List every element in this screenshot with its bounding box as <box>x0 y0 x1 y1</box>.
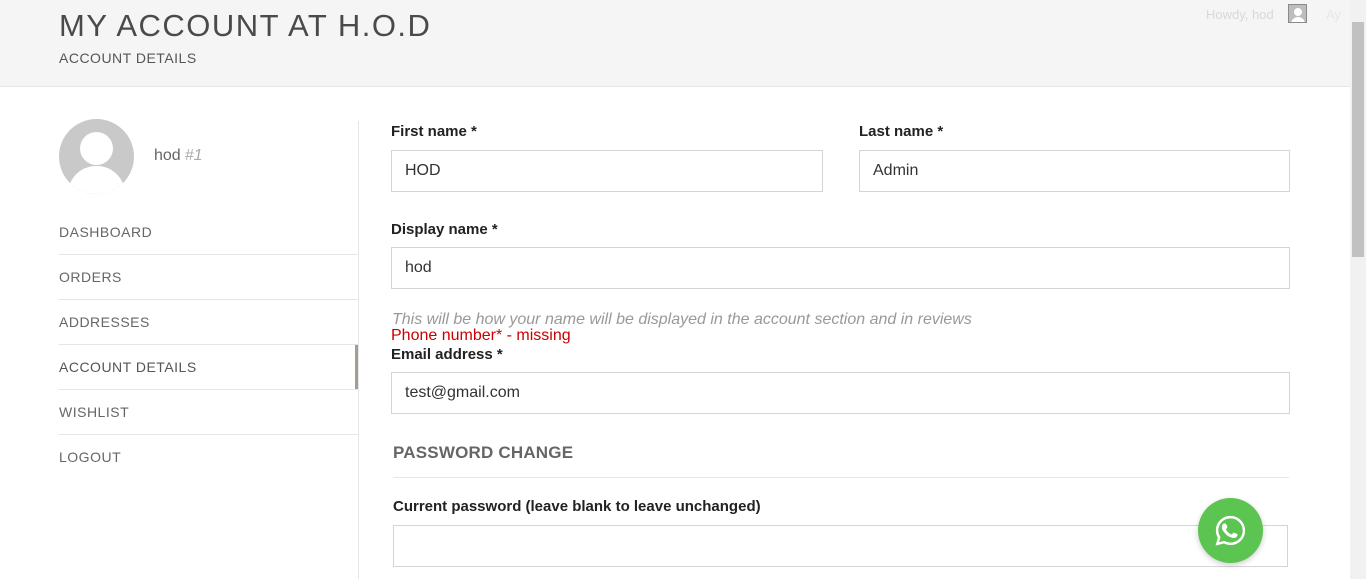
first-name-label: First name * <box>391 123 477 140</box>
current-password-field[interactable] <box>393 525 1288 567</box>
user-avatar-icon <box>59 119 134 194</box>
display-name-label: Display name * <box>391 221 498 238</box>
page-title: MY ACCOUNT AT H.O.D <box>59 8 432 43</box>
page-header: MY ACCOUNT AT H.O.D ACCOUNT DETAILS Howd… <box>0 0 1350 87</box>
howdy-user-link[interactable]: Howdy, hod <box>1206 7 1274 22</box>
sidebar-item-addresses[interactable]: ADDRESSES <box>59 300 358 345</box>
whatsapp-chat-button[interactable] <box>1198 498 1263 563</box>
display-name-field[interactable] <box>391 247 1290 289</box>
user-name-text: hod <box>154 147 181 164</box>
email-field[interactable] <box>391 372 1290 414</box>
password-section-divider <box>393 477 1289 478</box>
sidebar-item-account-details[interactable]: ACCOUNT DETAILS <box>59 345 358 390</box>
sidebar-divider <box>358 121 359 579</box>
whatsapp-icon <box>1215 515 1246 546</box>
sidebar-item-wishlist[interactable]: WISHLIST <box>59 390 358 435</box>
scrollbar-thumb[interactable] <box>1352 22 1364 257</box>
vertical-scrollbar[interactable] <box>1350 0 1366 579</box>
email-label: Email address * <box>391 346 503 363</box>
user-name: hod #1 <box>154 147 203 165</box>
password-change-heading: PASSWORD CHANGE <box>393 443 574 462</box>
sidebar-item-logout[interactable]: LOGOUT <box>59 435 358 480</box>
current-password-label: Current password (leave blank to leave u… <box>393 498 761 515</box>
first-name-field[interactable] <box>391 150 823 192</box>
page-subtitle: ACCOUNT DETAILS <box>59 50 197 66</box>
sidebar-item-orders[interactable]: ORDERS <box>59 255 358 300</box>
account-navigation: DASHBOARD ORDERS ADDRESSES ACCOUNT DETAI… <box>59 210 358 480</box>
last-name-field[interactable] <box>859 150 1290 192</box>
sidebar-item-dashboard[interactable]: DASHBOARD <box>59 210 358 255</box>
phone-error-message: Phone number* - missing <box>391 327 571 344</box>
user-id: #1 <box>184 147 203 164</box>
admin-avatar-icon[interactable] <box>1288 4 1307 23</box>
last-name-label: Last name * <box>859 123 944 140</box>
admin-bar-extra: Ay <box>1326 7 1341 22</box>
